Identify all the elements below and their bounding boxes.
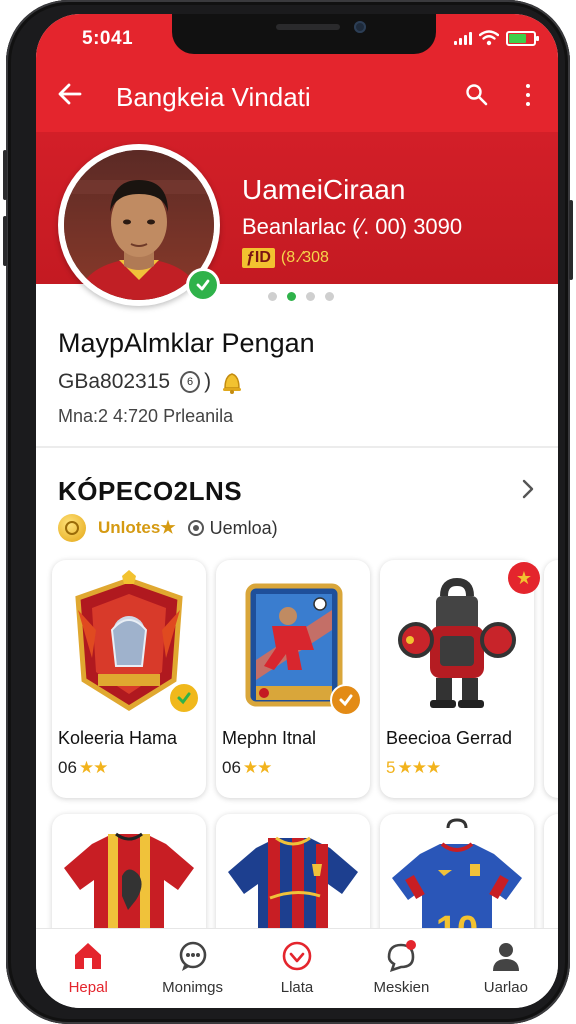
section-more-button[interactable]: [516, 476, 540, 502]
nav-favorites[interactable]: Llata: [245, 929, 349, 1008]
signal-icon: [454, 31, 472, 45]
nav-messages[interactable]: Meskien: [349, 929, 453, 1008]
notch: [172, 14, 436, 54]
screen: 5:041 Bangkeia Vindati UameiCiraan Beanl…: [36, 14, 558, 1008]
nav-profile-label: Uarlao: [483, 979, 528, 996]
hero-subtitle: Beanlarlac (⁄. 00) 3090: [242, 214, 463, 239]
collection-card[interactable]: Mephn Itnal 06 ★★: [216, 560, 370, 798]
divider: [36, 446, 558, 448]
hero-tag-chip: ƒID: [242, 248, 275, 268]
more-menu-button[interactable]: [522, 82, 534, 108]
carousel-dot: [325, 292, 334, 301]
filter-option-label: Uemloa): [209, 517, 278, 538]
carousel-dot: [306, 292, 315, 301]
profile-icon: [492, 943, 519, 971]
profile-id-row: GBa802315 6): [58, 370, 243, 394]
status-time: 5:041: [82, 28, 134, 49]
nav-messages-label: Meskien: [373, 979, 430, 996]
page-title: Bangkeia Vindati: [116, 82, 311, 112]
power-button: [569, 200, 573, 280]
radio-icon: [187, 520, 204, 536]
rating-number: 06: [58, 758, 77, 777]
wifi-icon: [479, 30, 499, 46]
star-icon: ★: [515, 567, 533, 588]
volume-button: [3, 150, 7, 200]
front-camera: [354, 21, 366, 33]
search-button[interactable]: [464, 82, 490, 108]
featured-badge: ★: [508, 562, 540, 594]
star-icons: ★★: [242, 758, 273, 777]
filter-gold-label[interactable]: Unlotes★: [98, 518, 176, 538]
card-rating: 5 ★★★: [386, 758, 441, 778]
bottom-navigation: Hepal Monimgs Llata Meskien Uarlao: [36, 928, 558, 1008]
hero-tag: ƒID (8.⁄308: [242, 248, 329, 268]
rating-number: 5: [386, 758, 396, 777]
phone-frame: 5:041 Bangkeia Vindati UameiCiraan Beanl…: [3, 0, 573, 1024]
rating-number: 06: [222, 758, 241, 777]
section-title: KÓPECO2LNS: [58, 476, 243, 506]
battery-icon: [506, 30, 539, 46]
nav-profile[interactable]: Uarlao: [454, 929, 558, 1008]
check-icon: [339, 694, 353, 707]
carousel-dots[interactable]: [268, 292, 334, 301]
star-icons: ★★: [78, 758, 109, 777]
nav-favorites-label: Llata: [280, 979, 314, 996]
card-title: Beecioa Gerrad: [386, 728, 513, 748]
bell-icon[interactable]: [221, 370, 243, 394]
card-artwork: [390, 570, 524, 720]
card-rating: 06 ★★: [58, 758, 109, 778]
chevron-right-icon: [522, 479, 534, 499]
nav-chat[interactable]: Monimgs: [140, 929, 244, 1008]
filter-option[interactable]: Uemloa): [187, 517, 278, 539]
nav-chat-label: Monimgs: [162, 979, 224, 996]
search-icon: [466, 84, 488, 106]
nav-home[interactable]: Hepal: [36, 929, 140, 1008]
hero-tag-value: (8.⁄308: [280, 249, 329, 266]
card-title: Mephn Itnal: [222, 728, 317, 748]
arrow-left-icon: [58, 83, 82, 105]
check-icon: [196, 279, 210, 291]
owned-badge: [330, 684, 362, 716]
collection-card[interactable]: Koleeria Hama 06 ★★: [52, 560, 206, 798]
status-icons: [454, 30, 539, 46]
card-rating: 06 ★★: [222, 758, 273, 778]
nav-home-label: Hepal: [68, 979, 108, 996]
chat-icon: [179, 941, 206, 971]
card-title: Koleeria Hama: [58, 728, 178, 748]
owned-badge: [168, 682, 200, 714]
hero-name: UameiCiraan: [242, 174, 406, 205]
filter-row: Unlotes★ Uemloa): [58, 514, 278, 542]
carousel-dot-active: [287, 292, 296, 301]
message-icon: [388, 940, 417, 973]
profile-name: MaypAlmklar Pengan: [58, 328, 315, 358]
carousel-dot: [268, 292, 277, 301]
star-icons: ★★★: [397, 758, 441, 777]
profile-meta: Mna:2 4:720 Prleanila: [58, 406, 234, 426]
heart-icon: [282, 941, 312, 971]
check-icon: [177, 692, 191, 705]
back-button[interactable]: [54, 78, 88, 112]
earpiece: [276, 24, 340, 30]
coin-count: 6): [180, 370, 211, 394]
collection-card[interactable]: ★ Beecioa Gerrad 5 ★★★: [380, 560, 540, 798]
collection-card-partial[interactable]: [544, 560, 558, 798]
home-icon: [75, 943, 102, 969]
coin-icon: 6: [180, 371, 201, 393]
verified-badge: [186, 268, 220, 302]
profile-id: GBa802315: [58, 370, 171, 393]
volume-button: [3, 216, 7, 266]
gold-coin-icon: [58, 514, 86, 542]
